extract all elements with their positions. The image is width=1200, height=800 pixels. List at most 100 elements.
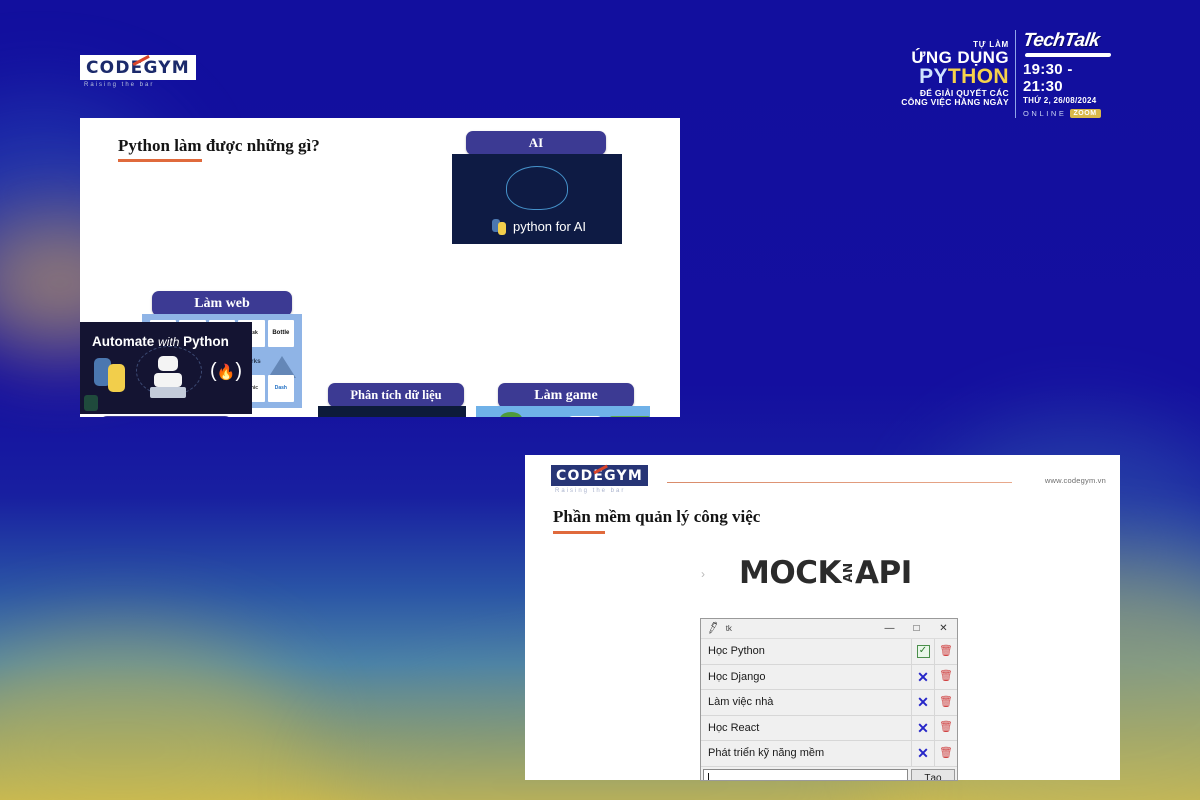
table-row[interactable]: Học React ✕ 🗑 <box>701 715 957 741</box>
text-caret <box>708 772 709 780</box>
banner-python-thon: THON <box>947 65 1009 89</box>
mockapi-part2: API <box>854 555 912 591</box>
techtalk-logo-talk: Talk <box>1062 30 1101 51</box>
banner-python-py: PY <box>919 65 948 89</box>
banner-online-label: ONLINE <box>1023 109 1067 118</box>
pill-ai: AI <box>466 131 606 155</box>
trash-icon[interactable]: 🗑 <box>939 696 953 708</box>
slide2-title: Phần mềm quản lý công việc <box>553 507 761 526</box>
automate-python: Python <box>183 334 229 349</box>
trash-icon[interactable]: 🗑 <box>939 722 953 733</box>
thumbnail-python-ai: python for AI <box>452 154 622 244</box>
minimize-button[interactable]: — <box>876 619 903 638</box>
tk-window-controls: — □ ✕ <box>876 619 957 638</box>
trash-icon[interactable]: 🗑 <box>939 747 953 759</box>
mockapi-part1: MOCK <box>739 555 841 591</box>
codegym-logo-box: CODEGYM <box>551 464 649 486</box>
task-label: Làm việc nhà <box>708 696 774 709</box>
tk-window-title: tk <box>725 624 732 633</box>
add-task-button[interactable]: Tạo <box>911 768 955 780</box>
mockapi-logo: MOCK AN API <box>739 555 912 591</box>
maximize-button[interactable]: □ <box>903 619 930 638</box>
logo-bottle: Bottle <box>267 320 295 347</box>
python-logo-yellow <box>108 364 125 392</box>
python-logo-icon <box>94 358 128 392</box>
task-delete-cell[interactable]: 🗑 <box>934 715 957 740</box>
python-logo-icon <box>492 219 507 235</box>
tk-title-bar[interactable]: 🖋 tk — □ ✕ <box>701 619 957 639</box>
task-label: Học React <box>708 721 760 734</box>
pill-tu-dong-hoa: Tự động hoá <box>100 416 232 417</box>
tkinter-app-window[interactable]: 🖋 tk — □ ✕ Học Python ✓ 🗑 Học Django ✕ 🗑… <box>700 618 958 781</box>
banner-sub-line-2: CÔNG VIỆC HẰNG NGÀY <box>901 97 1009 108</box>
codegym-tagline: Raising the bar <box>84 82 155 88</box>
banner-time: 19:30 - 21:30 <box>1023 61 1073 95</box>
slide2-url: www.codegym.vn <box>1044 476 1106 485</box>
banner-right-block: TechTalk 19:30 - 21:30 THỨ 2, 26/08/2024… <box>1016 24 1115 124</box>
feather-icon: 🖋 <box>705 621 721 636</box>
task-status-cell[interactable]: ✕ <box>911 664 934 689</box>
thumbnail-data-science: PYTHON FOR DATA SCIENCE <box>318 406 466 417</box>
task-delete-cell[interactable]: 🗑 <box>934 664 957 689</box>
pill-phan-tich-du-lieu: Phân tích dữ liệu <box>328 383 464 407</box>
trash-icon[interactable]: 🗑 <box>939 645 953 657</box>
tk-add-task-bar[interactable]: Tạo <box>701 767 957 780</box>
new-task-input[interactable] <box>703 768 908 780</box>
techtalk-banner: TỰ LÀM ỨNG DỤNG PYTHON ĐỂ GIẢI QUYẾT CÁC… <box>895 24 1115 124</box>
banner-date: THỨ 2, 26/08/2024 <box>1023 96 1097 105</box>
techtalk-logo-underline <box>1024 53 1112 57</box>
slide2-header-rule <box>667 482 1012 484</box>
x-mark-icon[interactable]: ✕ <box>917 670 929 684</box>
banner-left-block: TỰ LÀM ỨNG DỤNG PYTHON ĐỂ GIẢI QUYẾT CÁC… <box>895 24 1015 124</box>
task-label: Học Python <box>708 645 765 658</box>
robot-icon <box>148 356 188 400</box>
task-label: Học Django <box>708 670 766 683</box>
slide1-title-underline <box>118 159 202 162</box>
task-status-cell[interactable]: ✕ <box>911 715 934 740</box>
codegym-tagline: Raising the bar <box>555 488 626 494</box>
logo-dash: Dash <box>267 375 295 402</box>
thumbnail-automate-python: Automate with Python (🔥) <box>80 322 252 414</box>
automate-badge-icon <box>84 395 98 411</box>
task-delete-cell[interactable]: 🗑 <box>934 690 957 715</box>
robot-body <box>154 373 182 387</box>
close-button[interactable]: ✕ <box>930 619 957 638</box>
checkbox-checked-icon[interactable]: ✓ <box>916 644 930 658</box>
table-row[interactable]: Làm việc nhà ✕ 🗑 <box>701 690 957 716</box>
task-delete-cell[interactable]: 🗑 <box>934 639 957 664</box>
slide2-title-underline <box>553 531 605 534</box>
brain-icon <box>506 166 568 210</box>
robot-head <box>158 356 178 371</box>
techtalk-logo-tech: Tech <box>1021 30 1066 51</box>
x-mark-icon[interactable]: ✕ <box>917 746 929 760</box>
flame-icon: (🔥) <box>209 360 242 382</box>
codegym-logo-top: CODEGYM Raising the bar <box>80 54 196 88</box>
task-status-cell[interactable]: ✕ <box>911 741 934 766</box>
trash-icon[interactable]: 🗑 <box>939 671 953 682</box>
x-mark-icon[interactable]: ✕ <box>917 695 929 709</box>
mockapi-an: AN <box>840 563 855 583</box>
zoom-badge: ZOOM <box>1069 109 1101 118</box>
robot-desk <box>150 387 186 398</box>
banner-online-row: ONLINE ZOOM <box>1023 109 1115 118</box>
table-row[interactable]: Học Python ✓ 🗑 <box>701 639 957 665</box>
codegym-logo-box: CODEGYM <box>80 54 196 80</box>
python-logo-yellow <box>498 222 506 235</box>
techtalk-logo: TechTalk <box>1021 30 1116 52</box>
task-delete-cell[interactable]: 🗑 <box>934 741 957 766</box>
banner-python-word: PYTHON <box>919 66 1009 87</box>
automate-word: Automate <box>92 334 155 349</box>
slide2-bullet-icon: › <box>701 567 705 581</box>
game-platform <box>610 416 650 417</box>
table-row[interactable]: Phát triển kỹ năng mềm ✕ 🗑 <box>701 741 957 767</box>
x-mark-icon[interactable]: ✕ <box>917 721 929 735</box>
slide-python-capabilities: Python làm được những gì? Làm web django… <box>80 118 680 417</box>
table-row[interactable]: Học Django ✕ 🗑 <box>701 664 957 690</box>
codegym-logo-slide2: CODEGYM Raising the bar <box>551 464 649 494</box>
pill-lam-game: Làm game <box>498 383 634 408</box>
slide1-title: Python làm được những gì? <box>118 136 320 155</box>
task-status-cell[interactable]: ✕ <box>911 690 934 715</box>
python-for-ai-row: python for AI <box>492 219 586 235</box>
python-for-ai-caption: python for AI <box>513 219 586 234</box>
task-status-cell[interactable]: ✓ <box>911 639 934 664</box>
